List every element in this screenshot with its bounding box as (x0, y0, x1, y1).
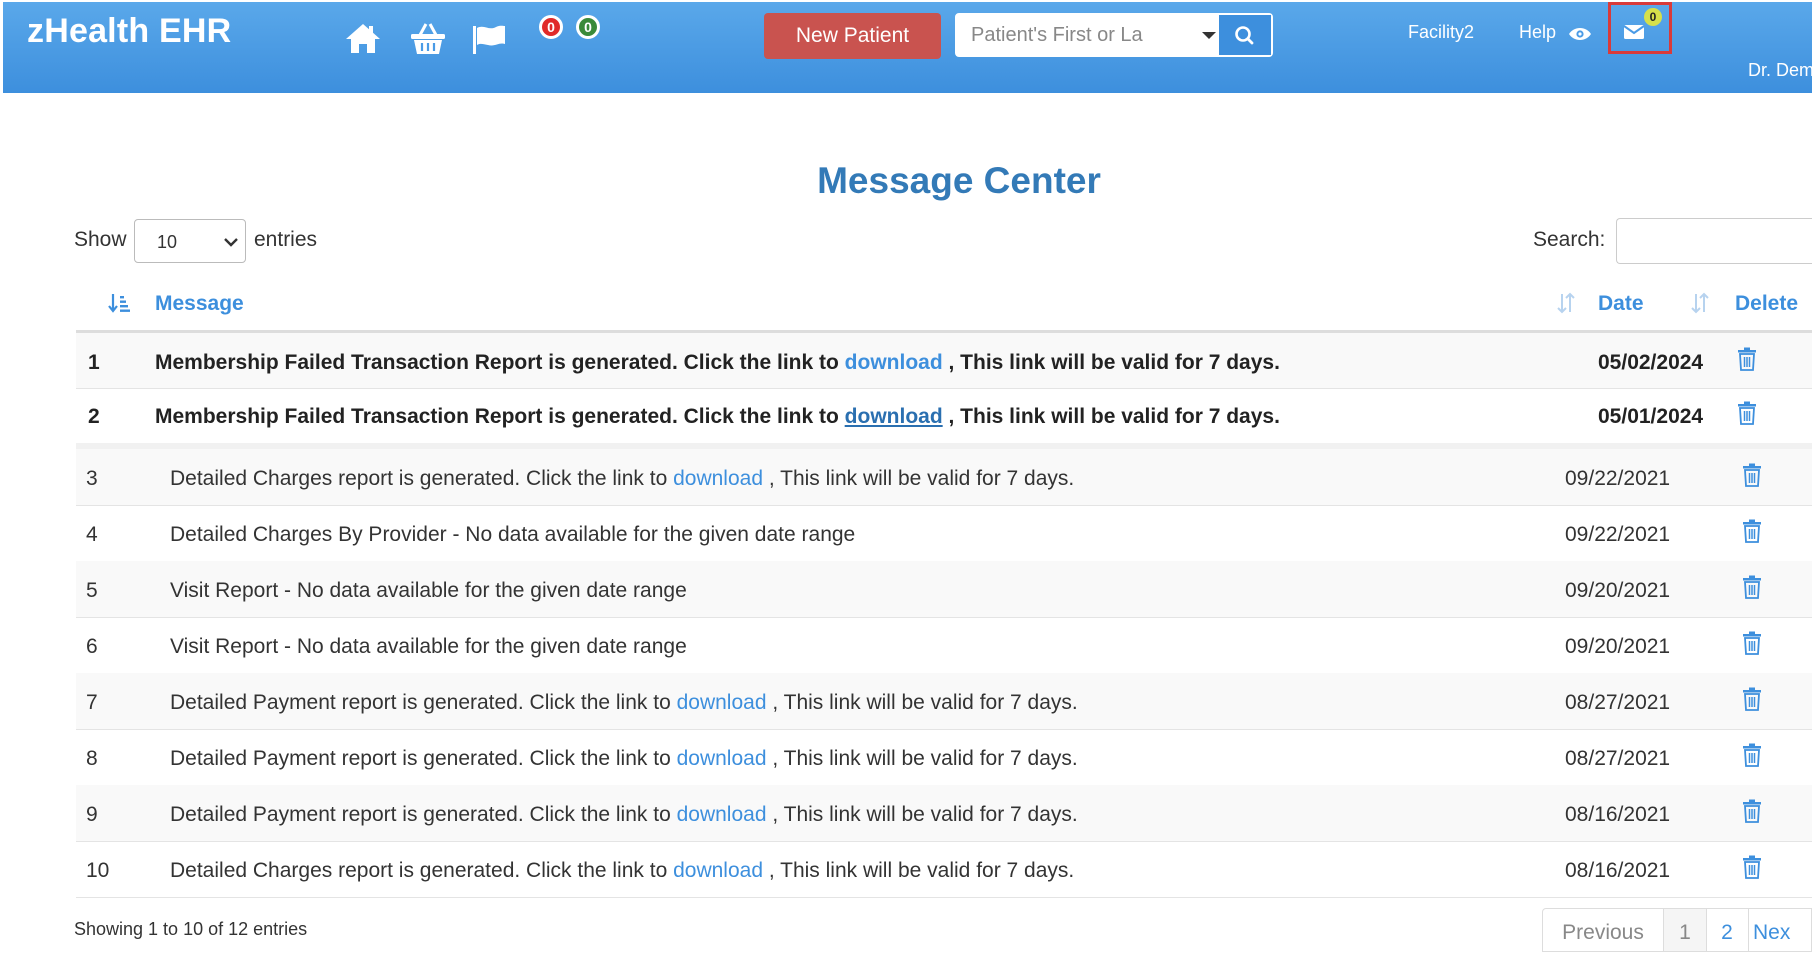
message-date: 08/27/2021 (1565, 691, 1671, 714)
pagination: Previous 1 2 Nex (1542, 908, 1812, 952)
mail-count-badge: 0 (1644, 8, 1662, 26)
row-number: 1 (88, 351, 100, 374)
download-link[interactable]: download (845, 405, 943, 428)
help-link[interactable]: Help (1519, 22, 1556, 43)
table-row: 8 Detailed Payment report is generated. … (76, 729, 1812, 786)
message-text: Detailed Charges By Provider - No data a… (170, 523, 856, 546)
row-number: 3 (86, 467, 98, 490)
eye-icon[interactable] (1567, 14, 1607, 54)
row-number: 7 (86, 691, 98, 714)
top-navbar: zHealth EHR 0 0 New Patient Facility2 He… (3, 2, 1812, 93)
show-label: Show (74, 228, 127, 251)
page-title: Message Center (817, 160, 1101, 201)
download-link[interactable]: download (677, 691, 767, 714)
table-row: 6 Visit Report - No data available for t… (76, 617, 1812, 674)
table-search-input[interactable] (1616, 218, 1812, 264)
message-date: 09/22/2021 (1565, 467, 1671, 490)
message-text: Membership Failed Transaction Report is … (155, 351, 1280, 374)
download-link[interactable]: download (673, 859, 763, 882)
new-patient-button[interactable]: New Patient (764, 13, 941, 59)
sort-asc-icon[interactable] (106, 290, 132, 316)
row-number: 8 (86, 747, 98, 770)
entries-select-value: 10 (157, 232, 178, 252)
message-text: Visit Report - No data available for the… (170, 579, 687, 602)
patient-search-input[interactable] (957, 15, 1187, 55)
message-date: 08/16/2021 (1565, 859, 1671, 882)
table-row: 1 Membership Failed Transaction Report i… (76, 333, 1812, 389)
trash-icon[interactable] (1741, 855, 1763, 879)
search-icon (1235, 26, 1254, 45)
table-search-label: Search: (1533, 228, 1606, 251)
trash-icon[interactable] (1741, 799, 1763, 823)
patient-search-group (955, 13, 1273, 57)
trash-icon[interactable] (1741, 631, 1763, 655)
table-row: 9 Detailed Payment report is generated. … (76, 785, 1812, 842)
table-row: 3 Detailed Charges report is generated. … (76, 449, 1812, 506)
message-text: Detailed Payment report is generated. Cl… (170, 803, 1078, 826)
user-menu[interactable]: Dr. Dem (1748, 60, 1812, 81)
message-text: Detailed Payment report is generated. Cl… (170, 691, 1078, 714)
message-text: Detailed Charges report is generated. Cl… (170, 859, 1075, 882)
message-text: Detailed Charges report is generated. Cl… (170, 467, 1075, 490)
trash-icon[interactable] (1741, 743, 1763, 767)
message-date: 09/20/2021 (1565, 579, 1671, 602)
message-date: 08/27/2021 (1565, 747, 1671, 770)
download-link[interactable]: download (845, 351, 943, 374)
message-text: Membership Failed Transaction Report is … (155, 405, 1280, 428)
table-row: 7 Detailed Payment report is generated. … (76, 673, 1812, 730)
chevron-down-icon (224, 238, 238, 247)
entries-select[interactable]: 10 (134, 219, 246, 263)
trash-icon[interactable] (1736, 347, 1758, 371)
message-text: Detailed Payment report is generated. Cl… (170, 747, 1078, 770)
table-row: 2 Membership Failed Transaction Report i… (76, 388, 1812, 444)
red-notification-badge[interactable]: 0 (539, 15, 563, 39)
message-text: Visit Report - No data available for the… (170, 635, 687, 658)
search-button[interactable] (1219, 15, 1271, 55)
previous-page-button[interactable]: Previous (1543, 909, 1663, 951)
facility-link[interactable]: Facility2 (1408, 22, 1474, 43)
message-date: 09/20/2021 (1565, 635, 1671, 658)
row-number: 2 (88, 405, 100, 428)
trash-icon[interactable] (1741, 575, 1763, 599)
message-date: 08/16/2021 (1565, 803, 1671, 826)
row-number: 5 (86, 579, 98, 602)
download-link[interactable]: download (673, 467, 763, 490)
column-header-date[interactable]: Date (1598, 292, 1644, 316)
sort-icon[interactable] (1553, 290, 1579, 316)
table-row: 5 Visit Report - No data available for t… (76, 561, 1812, 618)
message-date: 05/02/2024 (1598, 351, 1704, 374)
next-page-button[interactable]: Nex (1753, 909, 1812, 951)
trash-icon[interactable] (1741, 463, 1763, 487)
message-date: 09/22/2021 (1565, 523, 1671, 546)
download-link[interactable]: download (677, 747, 767, 770)
row-number: 9 (86, 803, 98, 826)
table-info: Showing 1 to 10 of 12 entries (74, 919, 308, 939)
trash-icon[interactable] (1736, 401, 1758, 425)
row-number: 10 (86, 859, 110, 882)
trash-icon[interactable] (1741, 519, 1763, 543)
basket-icon[interactable] (408, 18, 448, 58)
column-header-message[interactable]: Message (155, 292, 244, 316)
table-row: 4 Detailed Charges By Provider - No data… (76, 505, 1812, 562)
brand-logo[interactable]: zHealth EHR (27, 12, 231, 51)
home-icon[interactable] (343, 18, 383, 58)
column-header-delete: Delete (1735, 292, 1799, 315)
sort-icon[interactable] (1687, 290, 1713, 316)
messages-button[interactable]: 0 (1608, 2, 1672, 54)
row-number: 4 (86, 523, 98, 546)
entries-label: entries (254, 228, 318, 251)
page-1-button[interactable]: 1 (1663, 909, 1707, 951)
page-2-button[interactable]: 2 (1706, 909, 1749, 951)
row-number: 6 (86, 635, 98, 658)
table-row: 10 Detailed Charges report is generated.… (76, 841, 1812, 898)
green-notification-badge[interactable]: 0 (576, 15, 600, 39)
message-date: 05/01/2024 (1598, 405, 1704, 428)
download-link[interactable]: download (677, 803, 767, 826)
flag-icon[interactable] (469, 18, 509, 58)
trash-icon[interactable] (1741, 687, 1763, 711)
